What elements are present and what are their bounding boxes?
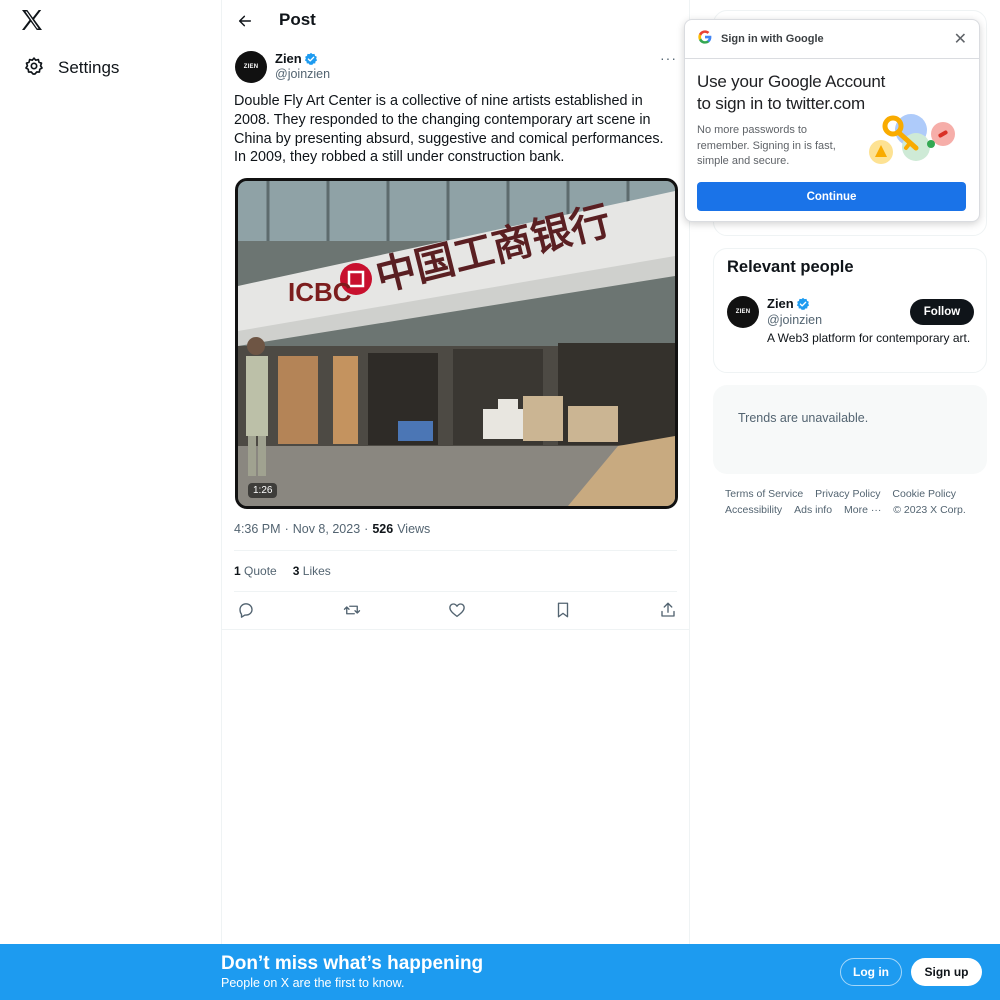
post-timestamp-row: 4:36 PM · Nov 8, 2023 · 526 Views — [234, 522, 430, 536]
person-name[interactable]: Zien — [767, 296, 810, 311]
post-date[interactable]: Nov 8, 2023 — [293, 522, 360, 536]
login-button[interactable]: Log in — [840, 958, 902, 986]
divider — [234, 550, 677, 551]
signup-button[interactable]: Sign up — [911, 958, 982, 986]
video-thumbnail: ICBC 中国工商银行 — [238, 181, 675, 506]
left-nav: Settings — [0, 0, 222, 1000]
person-name-text: Zien — [767, 296, 794, 311]
verified-badge-icon — [304, 52, 318, 66]
video-player[interactable]: ICBC 中国工商银行 1:26 — [235, 178, 678, 509]
like-heart-icon[interactable] — [445, 598, 469, 622]
trends-unavailable-text: Trends are unavailable. — [738, 411, 869, 425]
likes-label: Likes — [302, 564, 331, 578]
author-name-text: Zien — [275, 51, 302, 66]
footer-copyright: © 2023 X Corp. — [893, 503, 966, 516]
google-logo-icon — [697, 29, 713, 50]
settings-gear-icon — [24, 56, 44, 81]
footer-ads-link[interactable]: Ads info — [794, 503, 832, 519]
reply-icon[interactable] — [234, 598, 258, 622]
quotes-stat[interactable]: 1 Quote — [234, 564, 277, 578]
quotes-count: 1 — [234, 564, 241, 578]
google-continue-button[interactable]: Continue — [697, 182, 966, 211]
post-header: Post — [222, 0, 689, 42]
verified-badge-icon — [796, 297, 810, 311]
google-popup-description: No more passwords to remember. Signing i… — [697, 124, 836, 167]
icbc-brand-text: ICBC — [288, 277, 352, 307]
footer-links: Terms of Service Privacy Policy Cookie P… — [725, 487, 987, 518]
divider — [221, 629, 690, 630]
share-icon[interactable] — [656, 598, 680, 622]
main-column: Post ZIEN Zien @joinzien ··· Double Fly … — [221, 0, 690, 944]
banner-title: Don’t miss what’s happening — [221, 953, 484, 974]
banner-subtitle: People on X are the first to know. — [221, 976, 405, 990]
post-stats-row: 1 Quote 3 Likes — [234, 564, 331, 578]
settings-label: Settings — [58, 58, 120, 77]
close-icon[interactable]: ✕ — [954, 29, 967, 49]
author-name[interactable]: Zien — [275, 51, 318, 66]
x-logo-icon[interactable] — [20, 8, 46, 34]
video-duration: 1:26 — [248, 483, 278, 498]
likes-count: 3 — [292, 564, 300, 578]
page: Settings Post ZIEN Zien @joinzien ··· Do… — [0, 0, 1000, 1000]
password-key-illustration-icon — [861, 102, 961, 172]
trends-card: Trends are unavailable. — [713, 385, 987, 474]
footer-cookie-link[interactable]: Cookie Policy — [892, 487, 956, 503]
divider — [234, 591, 677, 592]
footer-more-link[interactable]: More ··· — [844, 503, 881, 519]
separator-dot: · — [284, 522, 289, 536]
google-popup-header: Sign in with Google ✕ — [685, 20, 979, 59]
google-signin-popup: Sign in with Google ✕ Use your Google Ac… — [684, 19, 980, 222]
retweet-icon[interactable] — [340, 598, 364, 622]
person-handle[interactable]: @joinzien — [767, 313, 822, 327]
relevant-people-card: Relevant people ZIEN Zien @joinzien A We… — [713, 248, 987, 373]
tweet-text: Double Fly Art Center is a collective of… — [234, 93, 664, 166]
footer-accessibility-link[interactable]: Accessibility — [725, 503, 782, 519]
follow-button[interactable]: Follow — [910, 299, 974, 325]
views-count: 526 — [372, 522, 394, 536]
quotes-label: Quote — [244, 564, 277, 578]
person-avatar[interactable]: ZIEN — [727, 296, 759, 328]
author-avatar[interactable]: ZIEN — [235, 51, 267, 83]
author-handle[interactable]: @joinzien — [275, 67, 330, 81]
bookmark-icon[interactable] — [551, 598, 575, 622]
views-label: Views — [397, 522, 431, 536]
footer-terms-link[interactable]: Terms of Service — [725, 487, 803, 503]
person-bio: A Web3 platform for contemporary art. — [767, 331, 971, 345]
separator-dot: · — [364, 522, 369, 536]
signup-banner: Don’t miss what’s happening People on X … — [0, 944, 1000, 1000]
back-arrow-icon[interactable] — [233, 9, 257, 33]
relevant-people-title: Relevant people — [727, 258, 854, 276]
footer-privacy-link[interactable]: Privacy Policy — [815, 487, 880, 503]
post-time[interactable]: 4:36 PM — [234, 522, 281, 536]
page-title: Post — [279, 10, 316, 29]
more-options-icon[interactable]: ··· — [660, 50, 677, 66]
google-popup-title: Sign in with Google — [721, 33, 824, 45]
post-actions-bar — [234, 598, 680, 622]
likes-stat[interactable]: 3 Likes — [293, 564, 331, 578]
nav-settings-link[interactable]: Settings — [18, 52, 125, 84]
